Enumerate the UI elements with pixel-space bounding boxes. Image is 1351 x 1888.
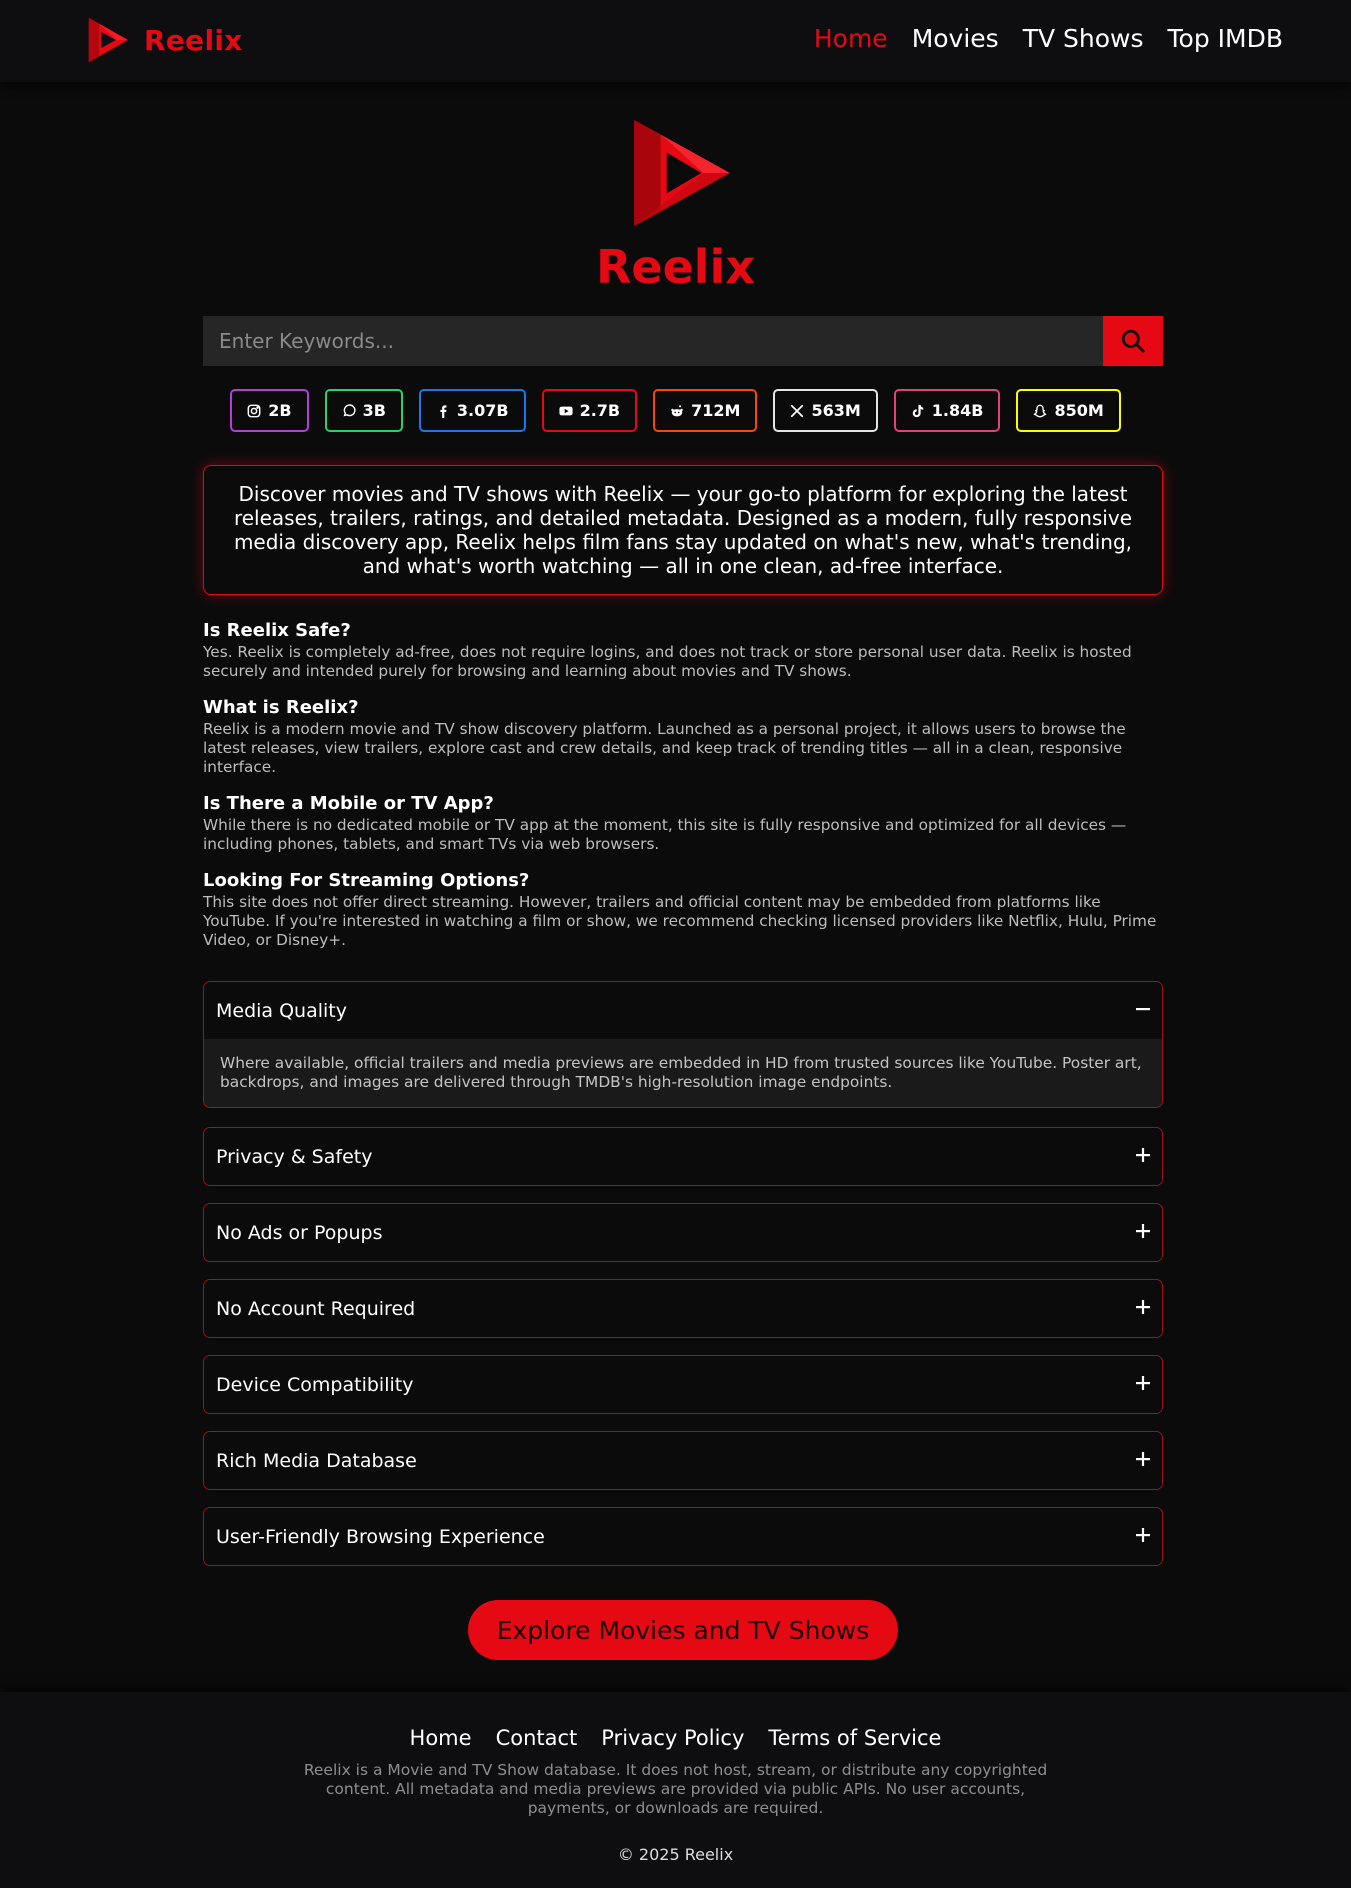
social-badge-whatsapp[interactable]: 3B — [324, 389, 403, 432]
nav-top-imdb[interactable]: Top IMDB — [1168, 24, 1283, 53]
faq-item: What is Reelix? Reelix is a modern movie… — [203, 697, 1163, 777]
accordion-header[interactable]: User-Friendly Browsing Experience — [204, 1508, 1162, 1565]
accordion-header[interactable]: Media Quality — [204, 982, 1162, 1039]
nav-home[interactable]: Home — [814, 24, 888, 53]
reelix-logo-icon — [88, 17, 129, 63]
accordion-header[interactable]: Rich Media Database — [204, 1432, 1162, 1489]
faq-question: Is Reelix Safe? — [203, 620, 351, 641]
social-count: 2.7B — [579, 401, 621, 420]
nav-movies[interactable]: Movies — [912, 24, 999, 53]
accordion-title: Privacy & Safety — [216, 1145, 373, 1168]
expand-icon[interactable] — [1136, 1223, 1150, 1242]
expand-icon[interactable] — [1136, 1147, 1150, 1166]
social-stats: 2B 3B 3.07B 2.7B 712M 563M 1.84B 850M — [0, 389, 1351, 432]
youtube-icon — [559, 406, 573, 415]
snapchat-icon — [1034, 404, 1047, 417]
instagram-icon — [247, 404, 261, 417]
accordion-device-compatibility: Device Compatibility — [203, 1355, 1163, 1414]
faq-answer: Reelix is a modern movie and TV show dis… — [203, 720, 1126, 776]
social-count: 850M — [1054, 401, 1104, 420]
footer-disclaimer: Reelix is a Movie and TV Show database. … — [303, 1761, 1048, 1817]
accordion-title: No Account Required — [216, 1297, 416, 1320]
faq-answer: Yes. Reelix is completely ad-free, does … — [203, 643, 1132, 680]
faq-item: Is There a Mobile or TV App? While there… — [203, 793, 1163, 854]
social-count: 2B — [268, 401, 292, 420]
accordion-header[interactable]: Privacy & Safety — [204, 1128, 1162, 1185]
accordion-no-account: No Account Required — [203, 1279, 1163, 1338]
x-icon — [791, 404, 804, 417]
faq-question: What is Reelix? — [203, 697, 359, 718]
accordion-rich-media-database: Rich Media Database — [203, 1431, 1163, 1490]
expand-icon[interactable] — [1136, 1375, 1150, 1394]
footer-link-privacy-policy[interactable]: Privacy Policy — [601, 1726, 744, 1750]
faq-question: Is There a Mobile or TV App? — [203, 793, 494, 814]
accordion-title: Rich Media Database — [216, 1449, 417, 1472]
footer: Home Contact Privacy Policy Terms of Ser… — [0, 1692, 1351, 1888]
accordion-media-quality: Media Quality Where available, official … — [203, 981, 1163, 1108]
faq-item: Looking For Streaming Options? This site… — [203, 870, 1163, 950]
tiktok-icon — [912, 404, 924, 417]
social-badge-facebook[interactable]: 3.07B — [418, 389, 526, 432]
accordion-title: User-Friendly Browsing Experience — [216, 1525, 545, 1548]
social-count: 563M — [811, 401, 861, 420]
intro-text: Discover movies and TV shows with Reelix… — [233, 482, 1133, 578]
social-badge-x[interactable]: 563M — [773, 389, 878, 432]
search-icon — [1121, 329, 1145, 353]
whatsapp-icon — [343, 403, 356, 416]
accordion-header[interactable]: Device Compatibility — [204, 1356, 1162, 1413]
social-badge-snapchat[interactable]: 850M — [1016, 389, 1121, 432]
expand-icon[interactable] — [1136, 1299, 1150, 1318]
accordion-privacy-safety: Privacy & Safety — [203, 1127, 1163, 1186]
search-input[interactable] — [203, 316, 1103, 366]
accordion-no-ads: No Ads or Popups — [203, 1203, 1163, 1262]
social-count: 3B — [362, 401, 386, 420]
accordion-title: No Ads or Popups — [216, 1221, 383, 1244]
footer-nav: Home Contact Privacy Policy Terms of Ser… — [0, 1726, 1351, 1750]
social-count: 712M — [691, 401, 741, 420]
accordion-header[interactable]: No Ads or Popups — [204, 1204, 1162, 1261]
footer-copyright: © 2025 Reelix — [617, 1845, 734, 1864]
footer-link-contact[interactable]: Contact — [496, 1726, 578, 1750]
search-button[interactable] — [1103, 316, 1163, 366]
social-badge-tiktok[interactable]: 1.84B — [893, 389, 1001, 432]
faq-answer: This site does not offer direct streamin… — [203, 893, 1157, 949]
expand-icon[interactable] — [1136, 1451, 1150, 1470]
social-count: 3.07B — [456, 401, 509, 420]
brand-name: Reelix — [144, 23, 243, 57]
top-navbar: Reelix Home Movies TV Shows Top IMDB — [0, 0, 1351, 82]
intro-box: Discover movies and TV shows with Reelix… — [203, 465, 1163, 595]
nav-tv-shows[interactable]: TV Shows — [1023, 24, 1144, 53]
main-nav: Home Movies TV Shows Top IMDB — [814, 24, 1283, 53]
social-badge-instagram[interactable]: 2B — [230, 389, 309, 432]
social-count: 1.84B — [931, 401, 984, 420]
explore-button[interactable]: Explore Movies and TV Shows — [468, 1600, 898, 1660]
footer-link-home[interactable]: Home — [410, 1726, 472, 1750]
footer-link-terms[interactable]: Terms of Service — [768, 1726, 941, 1750]
faq-question: Looking For Streaming Options? — [203, 870, 530, 891]
social-badge-youtube[interactable]: 2.7B — [541, 389, 638, 432]
social-badge-reddit[interactable]: 712M — [653, 389, 758, 432]
reddit-icon — [671, 404, 683, 416]
faq-answer: While there is no dedicated mobile or TV… — [203, 816, 1127, 853]
accordion-body: Where available, official trailers and m… — [204, 1039, 1162, 1107]
accordion-title: Media Quality — [216, 999, 347, 1022]
faq-item: Is Reelix Safe? Yes. Reelix is completel… — [203, 620, 1163, 681]
accordion-header[interactable]: No Account Required — [204, 1280, 1162, 1337]
expand-icon[interactable] — [1136, 1527, 1150, 1546]
brand-logo-link[interactable]: Reelix — [86, 16, 243, 64]
collapse-icon[interactable] — [1136, 1001, 1150, 1020]
accordion-user-friendly-browsing: User-Friendly Browsing Experience — [203, 1507, 1163, 1566]
reelix-hero-logo-icon — [634, 120, 730, 226]
facebook-icon — [440, 404, 447, 418]
hero-title: Reelix — [595, 240, 756, 294]
search-bar — [203, 316, 1163, 366]
accordion-title: Device Compatibility — [216, 1373, 414, 1396]
